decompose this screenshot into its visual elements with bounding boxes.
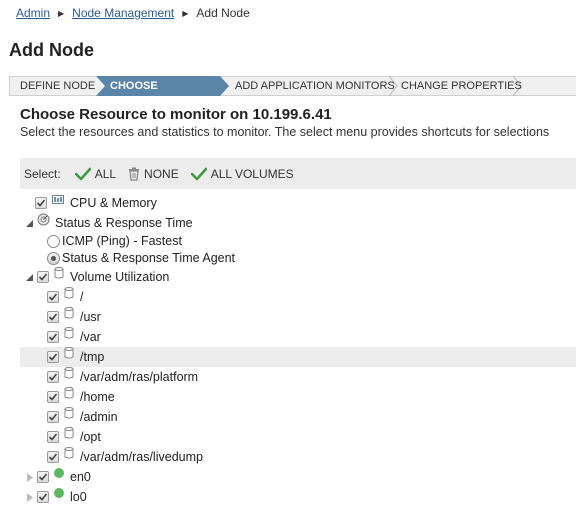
volume-label: /var xyxy=(80,330,101,344)
cpu-label: CPU & Memory xyxy=(70,196,157,210)
expand-triangle-icon[interactable] xyxy=(25,492,34,502)
volume-icon xyxy=(64,407,74,419)
tree-row-volume: Volume Utilization xyxy=(25,267,169,287)
volume-icon xyxy=(64,347,74,359)
volume-label: /var/adm/ras/platform xyxy=(80,370,199,384)
trash-icon xyxy=(128,167,140,181)
volume-icon xyxy=(64,427,74,439)
volume-icon xyxy=(64,387,74,399)
volume-checkbox[interactable] xyxy=(47,391,59,403)
volume-row: /var xyxy=(47,327,101,347)
volume-checkbox[interactable] xyxy=(47,451,59,463)
select-label: Select: xyxy=(24,166,61,181)
select-none-button[interactable]: NONE xyxy=(128,167,179,181)
volume-label: / xyxy=(80,290,84,304)
volume-checkbox[interactable] xyxy=(47,311,59,323)
volume-row: /var/adm/ras/platform xyxy=(47,367,198,387)
tree-row-interface: lo0 xyxy=(25,487,87,507)
tree-row-agent: Status & Response Time Agent xyxy=(47,248,235,268)
wizard-step-add-application-monitors: ADD APPLICATION MONITORS xyxy=(235,80,395,92)
page-title: Add Node xyxy=(9,40,94,60)
collapse-triangle-icon[interactable] xyxy=(25,219,34,228)
breadcrumb: Admin ▶ Node Management ▶ Add Node xyxy=(16,5,250,21)
interface-checkbox[interactable] xyxy=(37,491,49,503)
volume-checkbox[interactable] xyxy=(47,431,59,443)
expand-triangle-icon[interactable] xyxy=(25,472,34,482)
select-bar: Select: ALL NONE ALL VOLUMES xyxy=(20,158,576,189)
select-all-button[interactable]: ALL xyxy=(74,167,116,181)
tree-row-cpu: CPU & Memory xyxy=(35,193,157,213)
volume-label: /var/adm/ras/livedump xyxy=(80,450,203,464)
select-all-volumes-button[interactable]: ALL VOLUMES xyxy=(190,167,294,181)
breadcrumb-node-management-link[interactable]: Node Management xyxy=(72,6,174,20)
volume-row: / xyxy=(47,287,83,307)
cpu-memory-icon xyxy=(52,194,64,204)
volume-icon xyxy=(64,367,74,379)
volume-label: Volume Utilization xyxy=(70,270,170,284)
agent-label: Status & Response Time Agent xyxy=(62,251,236,265)
volume-icon xyxy=(54,267,64,279)
volume-row: /home xyxy=(47,387,115,407)
interface-label: en0 xyxy=(70,470,91,484)
resources-subheading: Select the resources and statistics to m… xyxy=(20,125,550,139)
icmp-label: ICMP (Ping) - Fastest xyxy=(62,234,182,248)
volume-label: /tmp xyxy=(80,350,105,364)
checkmark-icon xyxy=(190,167,207,181)
volume-label: /home xyxy=(80,390,115,404)
wizard-steps: DEFINE NODE CHOOSE RESOURCES ADD APPLICA… xyxy=(9,76,576,96)
volume-icon xyxy=(64,447,74,459)
status-response-icon xyxy=(37,213,50,226)
volume-icon xyxy=(64,287,74,299)
volume-row: /opt xyxy=(47,427,101,447)
volume-icon xyxy=(64,307,74,319)
volume-row-highlighted: /tmp xyxy=(20,347,576,367)
wizard-step-choose-resources: CHOOSE RESOURCES xyxy=(96,76,229,96)
cpu-checkbox[interactable] xyxy=(35,197,47,209)
interface-label: lo0 xyxy=(70,490,87,504)
breadcrumb-separator-icon: ▶ xyxy=(58,8,65,18)
breadcrumb-admin-link[interactable]: Admin xyxy=(16,6,50,20)
icmp-radio[interactable] xyxy=(47,234,60,248)
status-up-icon xyxy=(54,468,64,478)
volume-checkbox[interactable] xyxy=(47,331,59,343)
volume-checkbox[interactable] xyxy=(47,411,59,423)
volume-label: /admin xyxy=(80,410,118,424)
collapse-triangle-icon[interactable] xyxy=(25,273,34,282)
volume-row: /usr xyxy=(47,307,101,327)
checkmark-icon xyxy=(74,167,91,181)
status-label: Status & Response Time xyxy=(55,216,193,230)
volume-label: /opt xyxy=(80,430,101,444)
volume-checkbox[interactable] xyxy=(47,351,59,363)
status-up-icon xyxy=(54,488,64,498)
agent-radio[interactable] xyxy=(47,251,60,265)
resources-heading: Choose Resource to monitor on 10.199.6.4… xyxy=(20,106,332,123)
volume-label: /usr xyxy=(80,310,101,324)
volume-checkbox[interactable] xyxy=(47,291,59,303)
volume-checkbox[interactable] xyxy=(47,371,59,383)
volume-row: /var/adm/ras/livedump xyxy=(47,447,203,467)
tree-row-interface: en0 xyxy=(25,467,91,487)
wizard-step-change-properties: CHANGE PROPERTIES xyxy=(401,80,522,92)
volume-utilization-checkbox[interactable] xyxy=(37,271,49,283)
breadcrumb-separator-icon: ▶ xyxy=(182,8,189,18)
volume-row: /admin xyxy=(47,407,118,427)
breadcrumb-current: Add Node xyxy=(196,6,250,20)
volume-icon xyxy=(64,327,74,339)
interface-checkbox[interactable] xyxy=(37,471,49,483)
wizard-step-define-node: DEFINE NODE xyxy=(20,80,96,92)
tree-row-status: Status & Response Time xyxy=(25,213,193,233)
